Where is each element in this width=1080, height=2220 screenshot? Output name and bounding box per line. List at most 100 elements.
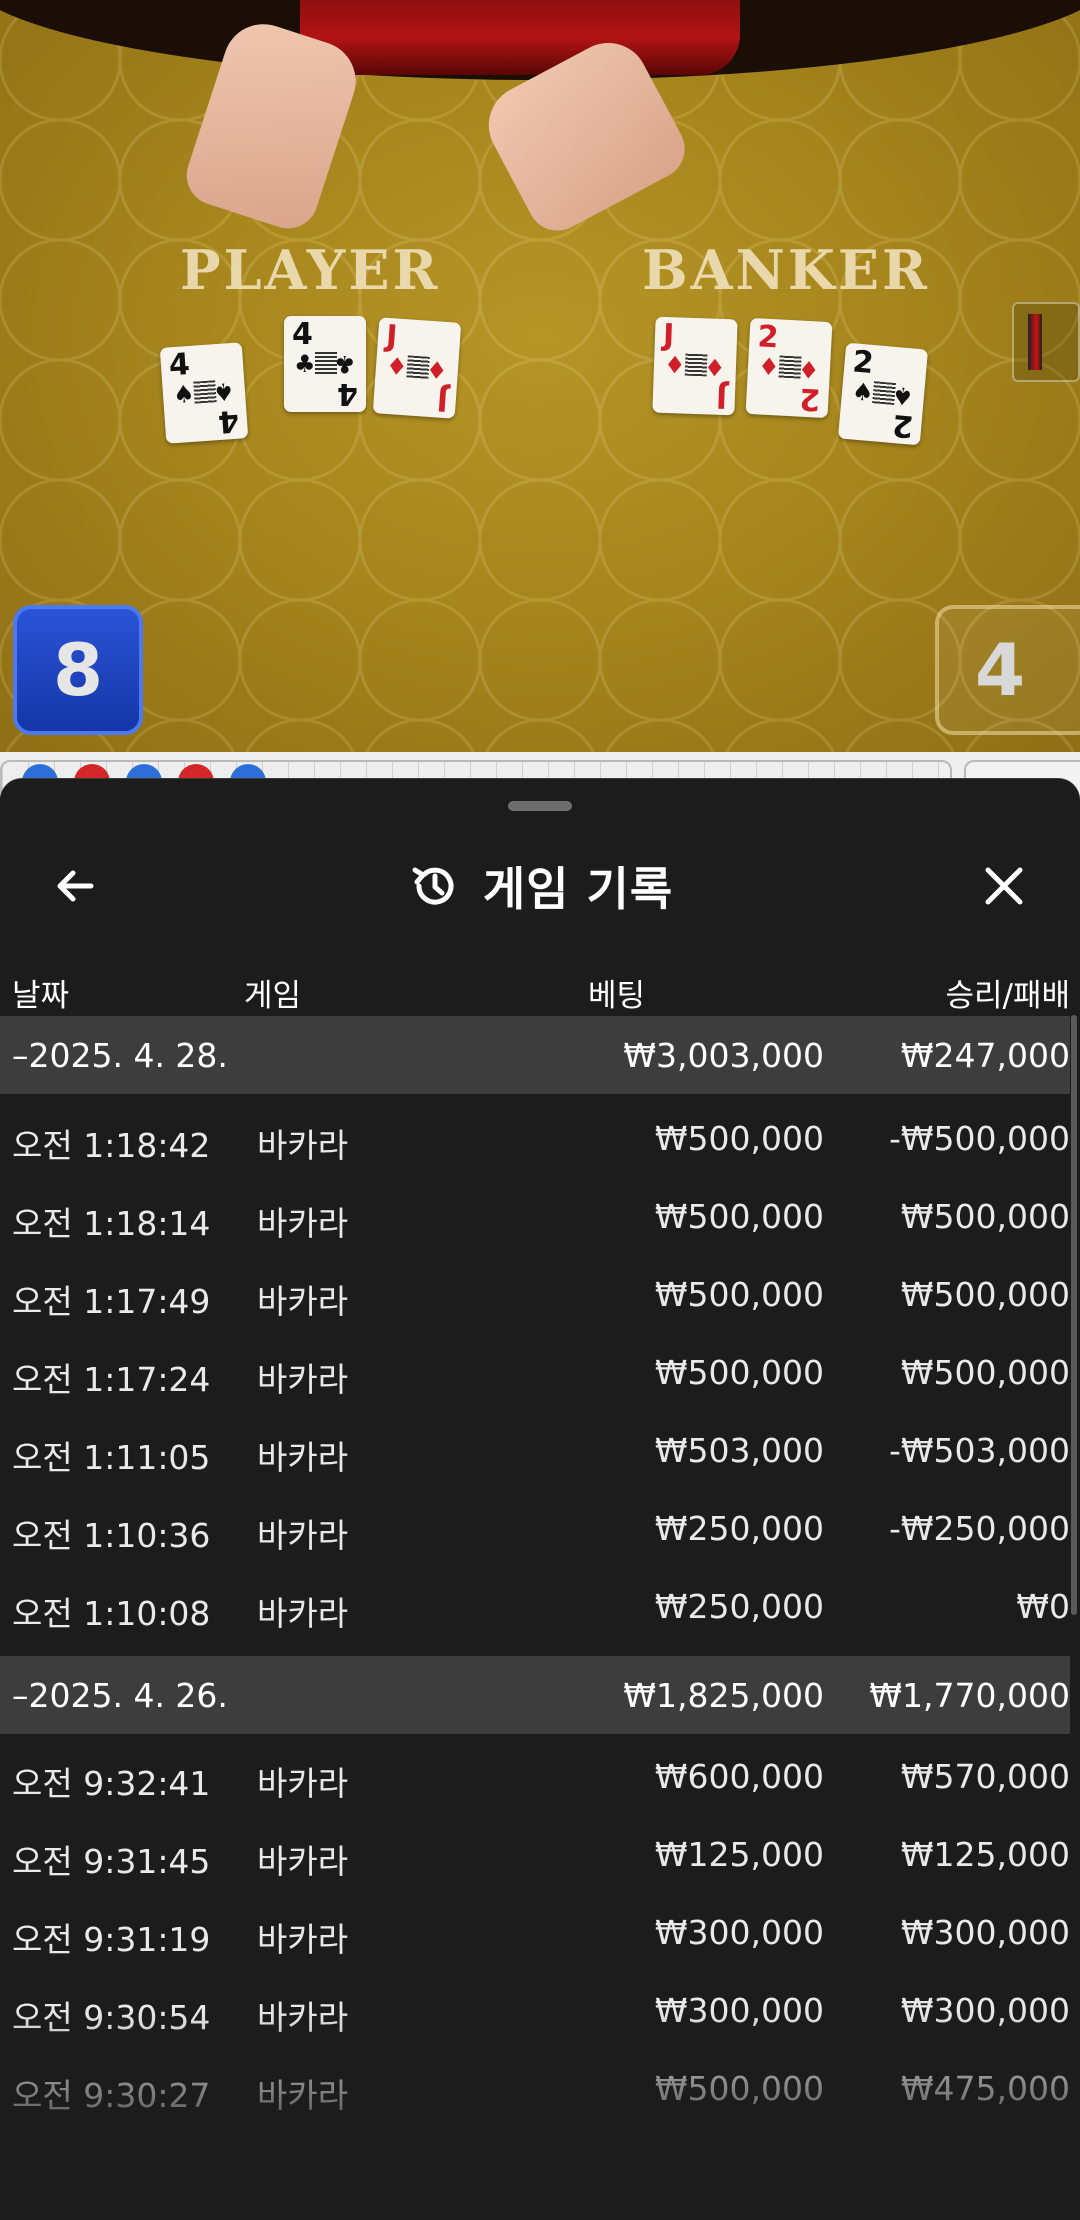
row-result: ₩500,000 bbox=[900, 1197, 1070, 1236]
row-time: 오전 1:10:08 bbox=[12, 1594, 211, 1633]
card-rank: 2 bbox=[798, 380, 822, 417]
row-game: 바카라 bbox=[257, 1204, 349, 1243]
card-rank: J bbox=[715, 378, 728, 415]
date-group-header[interactable]: –2025. 4. 28. ₩3,003,000 ₩247,000 bbox=[0, 1016, 1070, 1094]
date-group-header[interactable]: –2025. 4. 26. ₩1,825,000 ₩1,770,000 bbox=[0, 1656, 1070, 1734]
card-shoe bbox=[1012, 302, 1080, 382]
card-suit: ♦ bbox=[385, 351, 409, 382]
card-suit: ♠ bbox=[212, 376, 236, 407]
sheet-drag-handle[interactable] bbox=[508, 801, 572, 811]
row-time: 오전 9:31:45 bbox=[12, 1842, 211, 1881]
row-time: 오전 9:32:41 bbox=[12, 1764, 211, 1803]
card-suit: ♣ bbox=[294, 350, 316, 378]
row-game: 바카라 bbox=[257, 1998, 349, 2037]
row-game: 바카라 bbox=[257, 2076, 349, 2115]
row-result: ₩475,000 bbox=[900, 2069, 1070, 2108]
player-card-2: 4 ♣ 4 ♣ bbox=[284, 316, 366, 412]
card-rank: 2 bbox=[756, 319, 780, 356]
card-suit: ♠ bbox=[172, 379, 196, 410]
row-result: ₩300,000 bbox=[900, 1913, 1070, 1952]
dealer bbox=[300, 0, 740, 75]
sheet-title: 게임 기록 bbox=[0, 831, 1080, 941]
live-video: PLAYER BANKER 4 ♠ 4 ♠ 4 ♣ 4 ♣ J ♦ J ♦ J … bbox=[0, 0, 1080, 752]
banker-card-1: J ♦ J ♦ bbox=[652, 316, 738, 416]
card-suit: ♣ bbox=[334, 350, 356, 378]
row-bet: ₩300,000 bbox=[654, 1913, 824, 1952]
row-bet: ₩250,000 bbox=[654, 1587, 824, 1626]
row-result: -₩500,000 bbox=[888, 1119, 1070, 1158]
row-time: 오전 1:18:14 bbox=[12, 1204, 211, 1243]
player-score-badge: 8 bbox=[13, 605, 143, 735]
row-result: ₩300,000 bbox=[900, 1991, 1070, 2030]
row-bet: ₩250,000 bbox=[654, 1509, 824, 1548]
banker-card-3: 2 ♠ 2 ♠ bbox=[837, 342, 929, 446]
close-button[interactable] bbox=[964, 846, 1044, 926]
row-bet: ₩500,000 bbox=[654, 1119, 824, 1158]
banker-card-2: 2 ♦ 2 ♦ bbox=[745, 317, 833, 419]
history-icon bbox=[412, 867, 454, 905]
column-header-date: 날짜 bbox=[12, 978, 70, 1014]
card-rank: J bbox=[435, 381, 450, 418]
game-history-sheet: 게임 기록 날짜 게임 베팅 승리/패배 –2025. 4. 28. ₩3,00… bbox=[0, 778, 1080, 2220]
card-suit: ♠ bbox=[891, 380, 916, 411]
row-game: 바카라 bbox=[257, 1920, 349, 1959]
banker-zone-label: BANKER bbox=[642, 238, 930, 302]
row-time: 오전 1:17:49 bbox=[12, 1282, 211, 1321]
column-header-bet: 베팅 bbox=[588, 978, 646, 1014]
row-result: -₩503,000 bbox=[888, 1431, 1070, 1470]
row-time: 오전 1:10:36 bbox=[12, 1516, 211, 1555]
row-result: ₩0 bbox=[1016, 1587, 1070, 1626]
row-result: ₩570,000 bbox=[900, 1757, 1070, 1796]
row-time: 오전 1:18:42 bbox=[12, 1126, 211, 1165]
row-bet: ₩503,000 bbox=[654, 1431, 824, 1470]
card-rank: 2 bbox=[890, 407, 915, 444]
group-date: –2025. 4. 28. bbox=[12, 1036, 228, 1075]
card-suit: ♦ bbox=[703, 352, 727, 382]
card-suit: ♦ bbox=[425, 354, 449, 385]
row-bet: ₩500,000 bbox=[654, 2069, 824, 2108]
row-result: ₩500,000 bbox=[900, 1275, 1070, 1314]
card-rank: 4 bbox=[216, 402, 241, 440]
group-bet-total: ₩1,825,000 bbox=[623, 1676, 824, 1715]
row-bet: ₩500,000 bbox=[654, 1353, 824, 1392]
row-game: 바카라 bbox=[257, 1126, 349, 1165]
row-game: 바카라 bbox=[257, 1516, 349, 1555]
row-game: 바카라 bbox=[257, 1764, 349, 1803]
group-date: –2025. 4. 26. bbox=[12, 1676, 228, 1715]
row-result: ₩500,000 bbox=[900, 1353, 1070, 1392]
card-rank: 4 bbox=[292, 317, 313, 352]
close-icon bbox=[985, 867, 1023, 905]
banker-score-badge: 4 bbox=[935, 605, 1080, 735]
player-card-1: 4 ♠ 4 ♠ bbox=[159, 342, 249, 444]
table-header: 날짜 게임 베팅 승리/패배 bbox=[0, 954, 1080, 1024]
row-time: 오전 9:30:54 bbox=[12, 1998, 211, 2037]
card-rank: J bbox=[662, 317, 675, 354]
card-suit: ♦ bbox=[663, 350, 687, 380]
card-suit: ♦ bbox=[797, 354, 821, 384]
card-rank: J bbox=[384, 318, 399, 355]
card-rank: 4 bbox=[337, 376, 358, 411]
row-time: 오전 1:11:05 bbox=[12, 1438, 211, 1477]
row-time: 오전 1:17:24 bbox=[12, 1360, 211, 1399]
sheet-title-text: 게임 기록 bbox=[482, 862, 674, 916]
row-time: 오전 9:30:27 bbox=[12, 2076, 211, 2115]
group-result-total: ₩247,000 bbox=[900, 1036, 1070, 1075]
card-rank: 2 bbox=[851, 344, 876, 381]
player-zone-label: PLAYER bbox=[180, 238, 441, 302]
row-result: ₩125,000 bbox=[900, 1835, 1070, 1874]
group-bet-total: ₩3,003,000 bbox=[623, 1036, 824, 1075]
row-game: 바카라 bbox=[257, 1842, 349, 1881]
row-bet: ₩300,000 bbox=[654, 1991, 824, 2030]
row-bet: ₩125,000 bbox=[654, 1835, 824, 1874]
list-scrollbar[interactable] bbox=[1071, 1015, 1077, 1615]
row-bet: ₩500,000 bbox=[654, 1275, 824, 1314]
row-game: 바카라 bbox=[257, 1282, 349, 1321]
row-game: 바카라 bbox=[257, 1438, 349, 1477]
row-bet: ₩500,000 bbox=[654, 1197, 824, 1236]
history-list[interactable]: –2025. 4. 28. ₩3,003,000 ₩247,000 오전 1:1… bbox=[0, 1016, 1080, 2220]
column-header-result: 승리/패배 bbox=[945, 978, 1070, 1014]
row-bet: ₩600,000 bbox=[654, 1757, 824, 1796]
card-suit: ♦ bbox=[757, 352, 781, 382]
row-game: 바카라 bbox=[257, 1594, 349, 1633]
card-rank: 4 bbox=[167, 346, 192, 384]
